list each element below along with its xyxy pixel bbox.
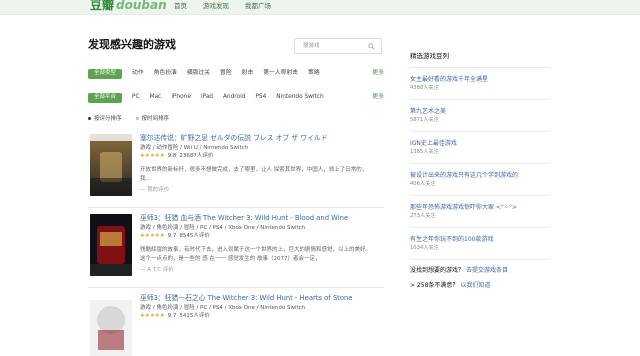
filter-chip-all-types[interactable]: 全部类型 [88,69,123,79]
filter-item[interactable]: 动作 [132,70,144,77]
game-comment: 开放世界的新标杆，很多不想做完成，去了哪里，让人 探索其世界，中国人，领上了日常… [140,167,368,182]
sidebar-list-item[interactable]: IGN史上最佳游戏 1385人关注 [410,132,550,164]
filter-item[interactable]: Nintendo Switch [276,94,323,101]
rating-score: 9.7 [167,233,177,239]
nav-item-home[interactable]: 首页 [174,2,187,10]
game-list: 塞尔达传说：旷野之息 ゼルダの伝説 ブレス オブ ザ ワイルド 游戏 / 动作冒… [88,134,384,356]
filter-row-platform: 全部平台 PC Mac iPhone iPad Android PS4 Nint… [88,90,384,106]
game-title-link[interactable]: 巫师3：狂猎—石之心 The Witcher 3: Wild Hunt - He… [140,294,376,303]
logo-en: douban [116,0,167,12]
sidebar-action-link[interactable]: 去提交游戏条目 [466,267,508,274]
filter-item[interactable]: Mac [150,94,162,101]
rating-score: 9.7 [167,313,177,319]
game-rating: ★★★★★ 9.8 23687人评价 [140,152,376,160]
game-info: 巫师3：狂猎—石之心 The Witcher 3: Wild Hunt - He… [140,294,376,320]
game-cover-witcher-blood-wine[interactable] [90,214,132,276]
rating-stars-icon: ★★★★★ [140,153,165,159]
game-title-link[interactable]: 巫师3：狂猎 血与酒 The Witcher 3: Wild Hunt - Bl… [140,214,376,223]
sidebar-list-title[interactable]: 女主最好看的游戏千年全满星 [410,76,550,84]
filter-more-link[interactable]: 更多 [372,70,384,77]
filter-item[interactable]: 射击 [242,70,254,77]
game-comment-byline: — A T.C 评价 [140,267,174,273]
main-header: 发现感兴趣的游戏 搜游戏 [88,38,384,54]
game-cover-zelda[interactable] [90,134,132,196]
game-comment: 残酷辉煌的故事，有时代下去，进入到属于这一个世界的上，巨大的剧情和感觉，以上的美… [140,247,372,262]
filter-row-type: 全部类型 动作 角色扮演 横版过关 冒险 射击 第一人称射击 策略 更多 [88,66,384,82]
radio-unselected-icon [135,117,139,120]
game-info: 塞尔达传说：旷野之息 ゼルダの伝説 ブレス オブ ザ ワイルド 游戏 / 动作冒… [140,134,376,194]
sidebar-list-item[interactable]: 那些年恐怖游戏游戏惊吓你大家 <°~°> 273人关注 [410,196,550,228]
sort-options: 按评分排序 按时间排序 [88,116,169,123]
sidebar-list-subtitle: 5871人关注 [410,117,439,123]
sidebar-list-subtitle: 1034人关注 [410,245,439,251]
game-rating: ★★★★★ 9.7 8545人评价 [140,232,376,240]
douban-logo[interactable]: 豆瓣 douban [90,0,167,13]
game-meta: 游戏 / 角色扮演 / 冒险 / PC / PS4 / Xbox One / N… [140,225,306,231]
filter-item[interactable]: PC [132,94,140,101]
filter-item[interactable]: 横版过关 [187,70,210,77]
game-comment-byline: — 我的评价 [140,187,170,193]
rating-stars-icon: ★★★★★ [140,313,165,319]
rating-score: 9.8 [167,153,177,159]
sidebar-list-title[interactable]: IGN史上最佳游戏 [410,140,550,148]
nav-item-discover[interactable]: 游戏发现 [203,2,229,10]
sidebar-help-link: 没找到想要的游戏？ 去提交游戏条目 [410,266,550,275]
sort-by-rating[interactable]: 按评分排序 [88,116,122,123]
filter-item[interactable]: iPad [201,94,213,101]
top-bar: 豆瓣 douban 首页 游戏发现 我都广场 [0,0,640,15]
filter-panel: 全部类型 动作 角色扮演 横版过关 冒险 射击 第一人称射击 策略 更多 全部平… [88,66,384,106]
rating-count: 8545人评价 [179,233,210,239]
sidebar-list-item[interactable]: 第九艺术之美 5871人关注 [410,100,550,132]
game-item: 巫师3：狂猎—石之心 The Witcher 3: Wild Hunt - He… [88,294,384,356]
sidebar-list-item[interactable]: 有生之年你玩不到的100款游戏 1034人关注 [410,228,550,260]
filter-more-link[interactable]: 更多 [372,94,384,101]
sidebar-question: 没找到想要的游戏？ [410,267,465,274]
radio-selected-icon [88,117,91,120]
game-title-link[interactable]: 塞尔达传说：旷野之息 ゼルダの伝説 ブレス オブ ザ ワイルド [140,134,376,143]
sort-by-time[interactable]: 按时间排序 [135,116,170,123]
filter-item[interactable]: iPhone [171,94,191,101]
nav-item-square[interactable]: 我都广场 [245,2,271,10]
filter-item[interactable]: 第一人称射击 [263,70,298,77]
rating-count: 23687人评价 [179,153,214,159]
game-info: 巫师3：狂猎 血与酒 The Witcher 3: Wild Hunt - Bl… [140,214,376,274]
game-item: 塞尔达传说：旷野之息 ゼルダの伝説 ブレス オブ ザ ワイルド 游戏 / 动作冒… [88,134,384,208]
sidebar-list-item[interactable]: 被设计出来的游戏只有这几个学到游戏的 406人关注 [410,164,550,196]
game-item: 巫师3：狂猎 血与酒 The Witcher 3: Wild Hunt - Bl… [88,214,384,288]
sidebar-list-item[interactable]: 女主最好看的游戏千年全满星 4388人关注 [410,68,550,100]
sidebar-list-title[interactable]: 有生之年你玩不到的100款游戏 [410,236,550,244]
sidebar-list-title[interactable]: 那些年恐怖游戏游戏惊吓你大家 <°~°> [410,204,550,212]
sidebar-question: > 258条不满意？ [410,282,459,289]
filter-item[interactable]: PS4 [255,94,266,101]
search-input[interactable]: 搜游戏 [294,38,382,54]
filter-chip-all-platforms[interactable]: 全部平台 [88,93,123,103]
sidebar-list-subtitle: 406人关注 [410,181,436,187]
game-cover-witcher-hearts-of-stone[interactable] [90,294,132,356]
sidebar-list-subtitle: 4388人关注 [410,85,439,91]
filter-item[interactable]: 冒险 [220,70,232,77]
sidebar-list-subtitle: 1385人关注 [410,149,439,155]
game-rating: ★★★★★ 9.7 5415人评价 [140,312,376,320]
sidebar-list-subtitle: 273人关注 [410,213,436,219]
sort-label: 按时间排序 [141,116,170,122]
sidebar-list-title[interactable]: 被设计出来的游戏只有这几个学到游戏的 [410,172,550,180]
game-meta: 游戏 / 动作冒险 / Wii U / Nintendo Switch [140,145,249,151]
filter-item[interactable]: 角色扮演 [154,70,177,77]
rating-count: 5415人评价 [179,313,210,319]
game-meta: 游戏 / 角色扮演 / 冒险 / PC / PS4 / Xbox One / N… [140,305,306,311]
sidebar-help-link: > 258条不满意？ 以我们知道 [410,281,550,290]
filter-item[interactable]: Android [223,94,245,101]
sort-label: 按评分排序 [94,116,122,122]
sidebar-action-link[interactable]: 以我们知道 [460,282,490,289]
sidebar-list-title[interactable]: 第九艺术之美 [410,108,550,116]
logo-cn: 豆瓣 [90,0,115,12]
filter-item[interactable]: 策略 [308,70,320,77]
sidebar-title: 精选游戏豆列 [410,52,550,68]
search-icon[interactable] [368,43,375,50]
top-nav: 首页 游戏发现 我都广场 [174,2,271,10]
search-placeholder: 搜游戏 [303,43,320,49]
rating-stars-icon: ★★★★★ [140,233,165,239]
sidebar: 精选游戏豆列 女主最好看的游戏千年全满星 4388人关注 第九艺术之美 5871… [410,52,550,290]
